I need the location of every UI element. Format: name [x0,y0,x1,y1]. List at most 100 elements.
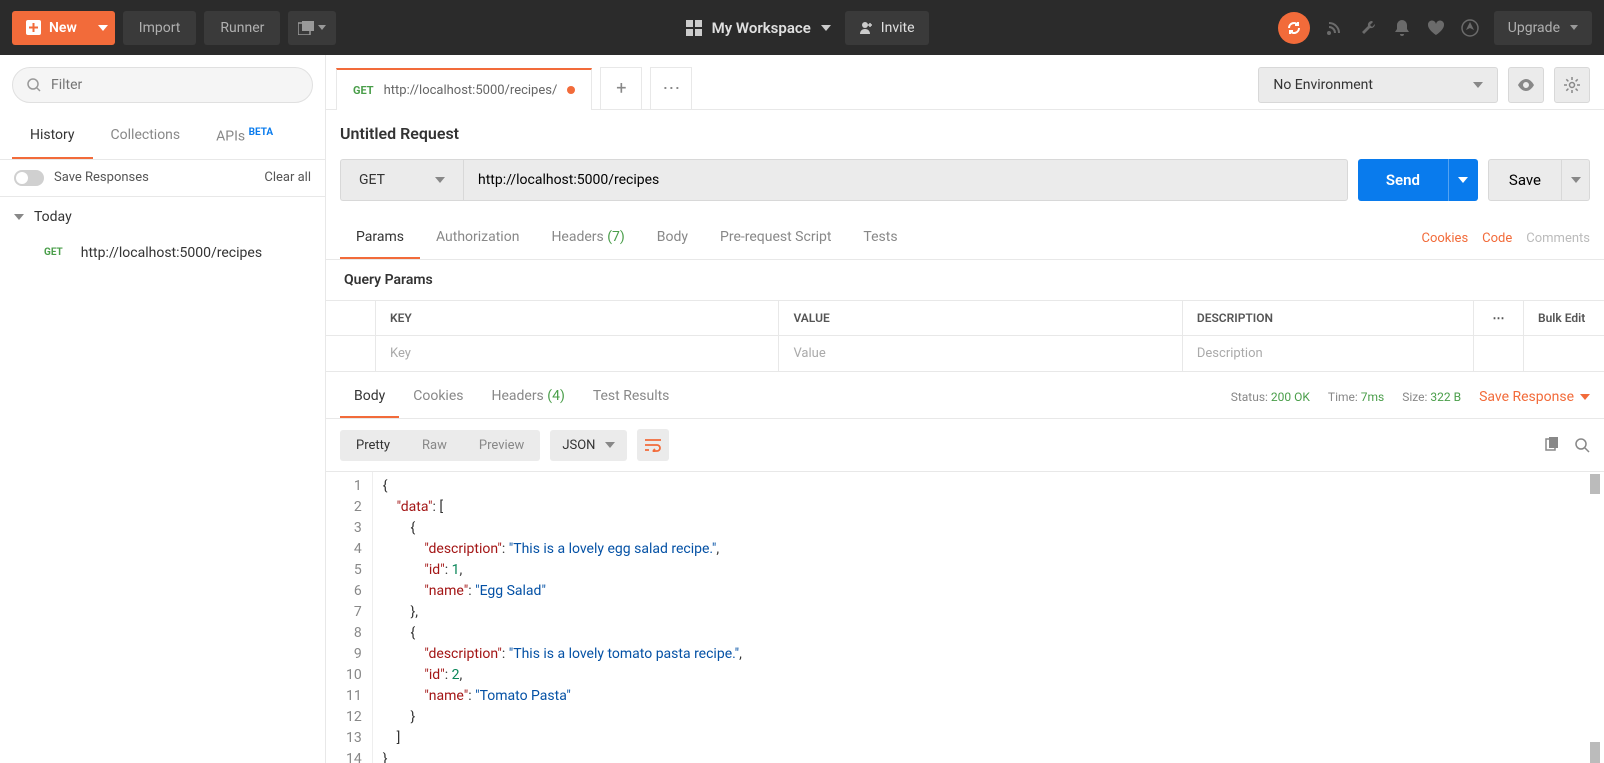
scrollbar-thumb[interactable] [1590,474,1600,494]
qp-col-key: KEY [376,301,779,335]
response-format-selector[interactable]: JSON [550,430,627,461]
request-tab[interactable]: GET http://localhost:5000/recipes/ [336,68,592,110]
environment-selector[interactable]: No Environment [1258,67,1498,103]
query-params-title: Query Params [326,260,1604,301]
new-window-button[interactable] [288,11,336,45]
save-caret[interactable] [1562,159,1590,201]
ptab-headers[interactable]: Headers (7) [535,217,640,259]
view-pretty[interactable]: Pretty [340,430,406,461]
resptab-cookies[interactable]: Cookies [399,376,477,418]
copy-button[interactable] [1544,437,1560,453]
save-responses-toggle[interactable] [14,170,44,186]
satellite-icon[interactable] [1324,18,1344,38]
time-value: 7ms [1361,390,1384,404]
upgrade-button[interactable]: Upgrade [1494,11,1592,45]
unsaved-dot-icon [567,86,575,94]
code-body: { "data": [ { "description": "This is a … [373,472,1604,763]
resptab-test-results[interactable]: Test Results [579,376,684,418]
chevron-down-icon [821,25,831,31]
clear-all[interactable]: Clear all [264,170,311,185]
view-mode-group: Pretty Raw Preview [340,430,540,461]
ptab-params[interactable]: Params [340,217,420,259]
new-label: New [49,20,77,36]
ptab-authorization[interactable]: Authorization [420,217,535,259]
tab-apis[interactable]: APIs BETA [198,115,291,159]
comments-link[interactable]: Comments [1526,231,1590,246]
history-today-header[interactable]: Today [0,197,325,237]
filter-input-wrap[interactable] [12,67,313,103]
query-params-row[interactable]: Key Value Description [326,336,1604,372]
gear-icon [1564,77,1580,93]
wrap-lines-button[interactable] [637,429,669,461]
invite-button[interactable]: Invite [845,11,929,45]
ptab-tests[interactable]: Tests [847,217,913,259]
scrollbar-thumb[interactable] [1590,742,1600,763]
grid-icon [686,20,702,36]
search-response-button[interactable] [1574,437,1590,453]
status-value: 200 OK [1271,390,1310,404]
qp-value-input[interactable]: Value [779,336,1182,371]
view-preview[interactable]: Preview [463,430,540,461]
send-button[interactable]: Send [1358,159,1448,201]
response-tabs: Body Cookies Headers (4) Test Results St… [326,376,1604,419]
heart-icon[interactable] [1426,18,1446,38]
filter-input[interactable] [51,77,298,93]
bell-icon[interactable] [1392,18,1412,38]
qp-more[interactable]: ⋯ [1474,301,1524,335]
workspace-label: My Workspace [712,19,811,37]
eye-icon [1517,79,1535,91]
save-responses-label: Save Responses [54,170,149,185]
chevron-down-icon [318,25,326,30]
new-tab-button[interactable]: + [600,67,642,109]
qp-key-input[interactable]: Key [376,336,779,371]
new-caret[interactable] [91,11,115,45]
ptab-body[interactable]: Body [641,217,704,259]
tab-collections[interactable]: Collections [93,115,199,159]
new-button[interactable]: New [12,11,91,45]
wrench-icon[interactable] [1358,18,1378,38]
wrap-icon [644,438,662,452]
chevron-down-icon [1571,177,1581,183]
tab-history[interactable]: History [12,115,93,159]
line-gutter: 1234567891011121314 [326,472,373,763]
request-title[interactable]: Untitled Request [326,110,1604,153]
top-center: My Workspace Invite [344,11,1269,45]
size-value: 322 B [1430,390,1461,404]
save-response-link[interactable]: Save Response [1479,389,1590,405]
environment-settings[interactable] [1554,67,1590,103]
environment-quicklook[interactable] [1508,67,1544,103]
qp-description-input[interactable]: Description [1183,336,1474,371]
url-input[interactable] [463,159,1348,201]
chevron-down-icon [14,214,24,220]
runner-button[interactable]: Runner [204,11,280,45]
person-plus-icon [859,21,873,35]
history-url: http://localhost:5000/recipes [81,245,262,261]
tab-more-button[interactable]: ⋯ [650,67,692,109]
content: No Environment GET http://localhost:5000… [326,55,1604,763]
workspace-selector[interactable]: My Workspace [686,19,831,37]
upgrade-label: Upgrade [1508,20,1560,36]
ptab-prerequest[interactable]: Pre-request Script [704,217,847,259]
code-link[interactable]: Code [1482,231,1512,246]
today-label: Today [34,209,72,225]
tab-method: GET [353,84,374,97]
sidebar: History Collections APIs BETA Save Respo… [0,55,326,763]
qp-col-value: VALUE [779,301,1182,335]
tab-url: http://localhost:5000/recipes/ [384,83,558,98]
history-item[interactable]: GET http://localhost:5000/recipes [0,237,325,269]
import-button[interactable]: Import [123,11,197,45]
resptab-body[interactable]: Body [340,376,399,418]
sync-button[interactable] [1278,12,1310,44]
send-caret[interactable] [1448,159,1478,201]
bulk-edit[interactable]: Bulk Edit [1524,301,1604,335]
invite-label: Invite [881,20,915,36]
history-method: GET [44,247,63,258]
response-body[interactable]: 1234567891011121314 { "data": [ { "descr… [326,471,1604,763]
method-selector[interactable]: GET [340,159,463,201]
chevron-down-icon [1473,82,1483,88]
save-button[interactable]: Save [1488,159,1562,201]
cookies-link[interactable]: Cookies [1422,231,1469,246]
resptab-headers[interactable]: Headers (4) [477,376,578,418]
view-raw[interactable]: Raw [406,430,463,461]
bootcamp-icon[interactable] [1460,18,1480,38]
